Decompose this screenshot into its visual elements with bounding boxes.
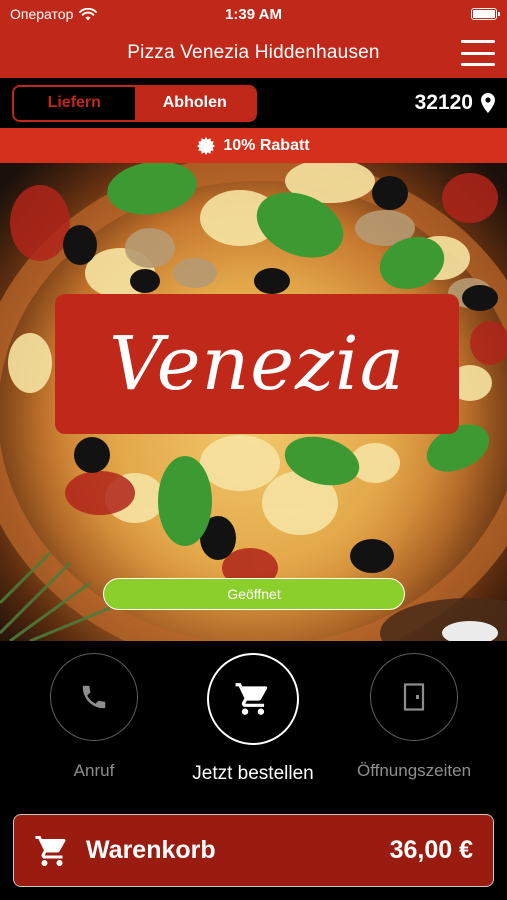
status-right	[471, 8, 500, 20]
shopping-cart-icon	[35, 835, 66, 866]
order-label: Jetzt bestellen	[192, 763, 314, 784]
logo-text: Venezia	[109, 321, 405, 407]
menu-line	[461, 63, 495, 66]
call-circle	[50, 653, 138, 741]
hours-circle	[370, 653, 458, 741]
call-label: Anruf	[73, 761, 115, 780]
delivery-tab[interactable]: Liefern	[14, 86, 135, 120]
promo-text: 10% Rabatt	[223, 136, 310, 154]
pickup-tab[interactable]: Abholen	[134, 86, 255, 120]
status-bar: Оператор 1:39 AM	[0, 0, 507, 28]
zip-code: 32120	[414, 91, 473, 114]
open-status-button[interactable]: Geöffnet	[103, 578, 405, 610]
cart-label: Warenkorb	[86, 836, 216, 864]
phone-icon	[82, 685, 106, 709]
status-left: Оператор	[10, 6, 471, 22]
order-mode-toggle: Liefern Abholen	[12, 84, 257, 122]
action-row: Anruf Jetzt bestellen Öffnungszeiten	[0, 641, 507, 811]
menu-line	[461, 51, 495, 55]
location-pin-icon	[481, 93, 495, 113]
restaurant-logo: Venezia	[55, 294, 459, 434]
promo-banner[interactable]: 10% Rabatt	[0, 128, 507, 163]
call-button[interactable]: Anruf	[49, 653, 139, 781]
cart-button[interactable]: Warenkorb 36,00 €	[13, 814, 494, 887]
opening-hours-button[interactable]: Öffnungszeiten	[357, 653, 471, 781]
battery-icon	[471, 8, 500, 20]
hero-pizza-image: Venezia Geöffnet	[0, 163, 507, 641]
cart-total: 36,00 €	[389, 836, 473, 864]
badge-icon	[197, 136, 216, 155]
nav-bar: Pizza Venezia Hiddenhausen	[0, 28, 507, 78]
battery-fill	[473, 10, 495, 18]
menu-line	[461, 40, 495, 43]
mode-bar: Liefern Abholen 32120	[0, 78, 507, 128]
zip-code-selector[interactable]: 32120	[415, 91, 495, 115]
door-icon	[403, 683, 425, 711]
order-circle	[207, 653, 299, 745]
page-title: Pizza Venezia Hiddenhausen	[127, 42, 380, 63]
wifi-icon	[79, 7, 98, 20]
hamburger-menu-icon[interactable]	[461, 40, 495, 66]
hours-label: Öffnungszeiten	[356, 761, 472, 780]
order-now-button[interactable]: Jetzt bestellen	[192, 653, 314, 785]
shopping-cart-icon	[235, 683, 268, 715]
carrier-name: Оператор	[10, 6, 74, 22]
